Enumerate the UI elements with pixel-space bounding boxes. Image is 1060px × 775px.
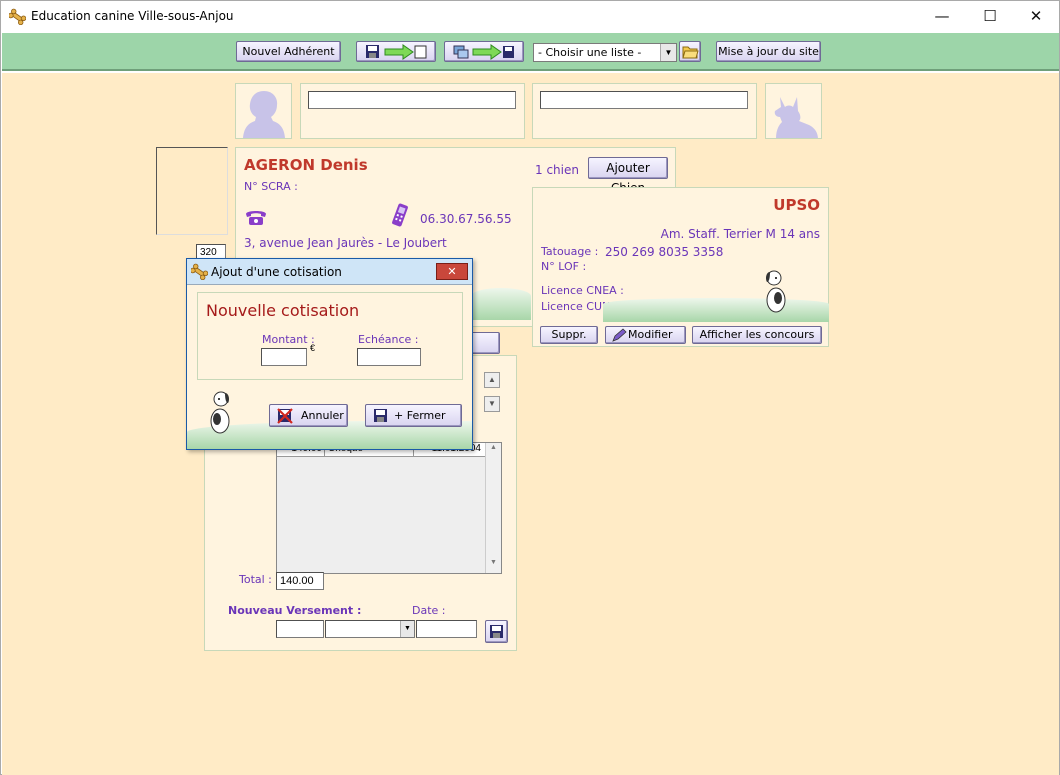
total-field[interactable]: 140.00 [276, 572, 324, 590]
man-silhouette-icon [243, 91, 285, 138]
delete-dog-button[interactable]: Suppr. [540, 326, 598, 344]
currency-symbol: € [310, 343, 316, 353]
save-icon [490, 625, 503, 638]
network-export-button[interactable] [444, 41, 524, 62]
modify-dog-label: Modifier [628, 328, 673, 341]
toolbar: Nouvel Adhérent - Choisir une liste - ▼ [2, 33, 1059, 71]
sitting-dog-icon [210, 391, 230, 434]
dog-photo-frame [765, 83, 822, 139]
lof-label: N° LOF : [541, 260, 587, 273]
amount-input[interactable] [261, 348, 307, 366]
new-payment-label: Nouveau Versement : [228, 604, 362, 617]
dialog-title-bar: Ajout d'une cotisation ✕ [187, 259, 472, 285]
new-payment-type-select[interactable]: ▼ [325, 620, 415, 638]
network-export-icon [453, 44, 514, 60]
cancel-icon [277, 408, 293, 424]
save-export-button[interactable] [356, 41, 436, 62]
save-close-button[interactable]: + Fermer [365, 404, 462, 427]
scra-label: N° SCRA : [244, 180, 298, 193]
member-name: AGERON Denis [244, 156, 368, 174]
list-action-button[interactable] [471, 332, 500, 354]
new-member-button[interactable]: Nouvel Adhérent [236, 41, 341, 62]
due-date-input[interactable] [357, 348, 421, 366]
scroll-up-button[interactable]: ▲ [484, 372, 500, 388]
search-panel-left [300, 83, 525, 139]
scroll-up-icon[interactable]: ▲ [487, 444, 500, 457]
minimize-button[interactable]: — [919, 1, 965, 32]
modify-dog-button[interactable]: Modifier [605, 326, 686, 344]
contribution-group: Nouvelle cotisation Montant : € Echéance… [197, 292, 463, 380]
member-picture-box [156, 147, 228, 235]
title-bar: Education canine Ville-sous-Anjou — ☐ ✕ [1, 1, 1059, 32]
chevron-down-icon[interactable]: ▼ [660, 44, 676, 61]
dialog-title: Ajout d'une cotisation [211, 265, 342, 279]
window-title: Education canine Ville-sous-Anjou [31, 9, 234, 23]
cancel-label: Annuler [301, 409, 344, 422]
save-payment-button[interactable] [485, 620, 508, 643]
tattoo-value: 250 269 8035 3358 [605, 245, 724, 259]
app-bone-icon [191, 263, 208, 280]
list-select[interactable]: - Choisir une liste - ▼ [533, 43, 677, 62]
dog-name: UPSO [773, 196, 820, 214]
app-bone-icon [9, 8, 26, 25]
list-select-value: - Choisir une liste - [538, 46, 642, 59]
close-button[interactable]: ✕ [1013, 1, 1059, 32]
dog-silhouette-icon [774, 97, 818, 138]
show-contests-button[interactable]: Afficher les concours [692, 326, 822, 344]
member-photo-frame [235, 83, 292, 139]
dog-count: 1 chien [535, 163, 579, 177]
cancel-button[interactable]: Annuler [269, 404, 348, 427]
search-dog-input[interactable] [540, 91, 748, 109]
dog-breed: Am. Staff. Terrier M 14 ans [660, 227, 820, 241]
chevron-down-icon[interactable]: ▼ [400, 621, 414, 637]
amount-label: Montant : [262, 333, 315, 346]
dialog-close-button[interactable]: ✕ [436, 263, 468, 280]
pencil-icon [612, 328, 627, 342]
search-name-input[interactable] [308, 91, 516, 109]
grass-decoration [471, 288, 531, 320]
licence-cnea-label: Licence CNEA : [541, 284, 624, 297]
scroll-down-icon[interactable]: ▼ [487, 559, 500, 572]
dog-panel: UPSO Am. Staff. Terrier M 14 ans Tatouag… [532, 187, 829, 347]
total-label: Total : [239, 573, 272, 586]
save-export-icon [366, 44, 427, 60]
date-label: Date : [412, 604, 446, 617]
dog-grass-decoration [603, 298, 829, 322]
mobile-phone-icon [392, 203, 408, 227]
update-site-button[interactable]: Mise à jour du site [716, 41, 821, 62]
add-dog-button[interactable]: Ajouter Chien [588, 157, 668, 195]
mobile-number: 06.30.67.56.55 [420, 212, 512, 226]
tattoo-label: Tatouage : [541, 245, 599, 258]
save-icon [374, 409, 387, 422]
maximize-button[interactable]: ☐ [967, 1, 1013, 32]
search-panel-right [532, 83, 757, 139]
phone-icon [246, 211, 266, 225]
open-folder-button[interactable] [679, 41, 701, 62]
sitting-dog-icon [766, 270, 786, 313]
add-contribution-dialog: Ajout d'une cotisation ✕ Nouvelle cotisa… [186, 258, 473, 450]
dialog-heading: Nouvelle cotisation [206, 301, 360, 320]
scroll-down-button[interactable]: ▼ [484, 396, 500, 412]
app-window: Education canine Ville-sous-Anjou — ☐ ✕ … [0, 0, 1060, 775]
payments-scrollbar[interactable]: ▲ ▼ [485, 443, 501, 573]
folder-open-icon [682, 46, 699, 59]
payments-list[interactable]: 140.00 Chèque 11.01.2004 ▲ ▼ [276, 442, 502, 574]
new-payment-date-input[interactable] [416, 620, 477, 638]
due-label: Echéance : [358, 333, 419, 346]
save-close-label: + Fermer [394, 409, 446, 422]
member-address: 3, avenue Jean Jaurès - Le Joubert [244, 236, 447, 250]
new-payment-amount-input[interactable] [276, 620, 324, 638]
